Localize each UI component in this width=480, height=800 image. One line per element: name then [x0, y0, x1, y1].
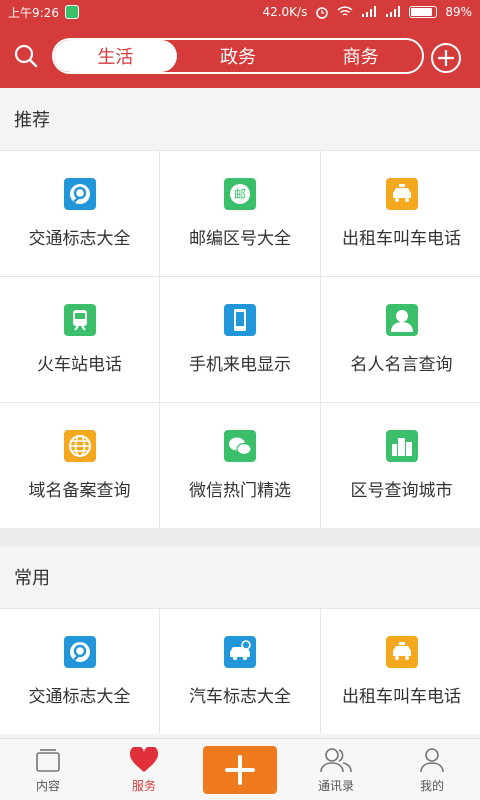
city-icon — [385, 430, 418, 462]
center-add-button[interactable] — [203, 745, 277, 794]
recommended-item-label: 域名备案查询 — [28, 481, 131, 501]
profile-icon — [420, 748, 444, 773]
contacts-icon — [320, 748, 352, 773]
common-item[interactable]: 交通标志大全 — [0, 609, 159, 734]
recommended-item-label: 出租车叫车电话 — [342, 229, 461, 249]
recommended-item[interactable]: 微信热门精选 — [160, 403, 320, 528]
recommended-item-label: 火车站电话 — [37, 355, 122, 375]
recommended-item-label: 名人名言查询 — [350, 355, 453, 375]
app-notification-icon — [64, 5, 79, 19]
svg-text:邮: 邮 — [234, 188, 246, 202]
tab-add[interactable] — [192, 739, 288, 800]
plus-icon — [225, 754, 255, 785]
wifi-icon — [337, 6, 353, 16]
taxi-icon — [385, 178, 418, 210]
section-title-common: 常用 — [0, 546, 480, 608]
signal-icon — [362, 6, 377, 17]
wechat-icon — [224, 430, 256, 462]
tab-contacts-label: 通讯录 — [317, 779, 354, 793]
tab-content-label: 内容 — [35, 779, 60, 793]
category-segment: 生活 政务 商务 — [52, 38, 424, 74]
recommended-item-label: 邮编区号大全 — [189, 229, 291, 249]
search-icon — [14, 44, 38, 68]
add-button[interactable] — [420, 32, 472, 84]
recommended-item[interactable]: 交通标志大全 — [0, 151, 159, 276]
common-grid: 交通标志大全 汽车标志大全 出租车叫车电话 — [0, 608, 480, 734]
recommended-item-label: 区号查询城市 — [350, 481, 453, 501]
battery-percent: 89% — [445, 5, 472, 19]
status-time: 上午9:26 — [8, 5, 59, 20]
section-title-recommended: 推荐 — [0, 88, 480, 150]
tab-profile-label: 我的 — [419, 779, 444, 793]
recommended-item[interactable]: 区号查询城市 — [321, 403, 480, 528]
recommended-item-label: 交通标志大全 — [28, 229, 131, 249]
add-circle-icon — [431, 43, 461, 73]
tab-profile[interactable]: 我的 — [384, 739, 480, 800]
top-bar: 生活 政务 商务 — [0, 24, 480, 88]
content-icon — [36, 749, 60, 772]
common-item-label: 出租车叫车电话 — [342, 687, 461, 707]
bottom-tab-bar: 内容 服务 通讯录 我的 — [0, 738, 480, 800]
signal-icon-2 — [386, 6, 401, 17]
common-item-label: 交通标志大全 — [28, 687, 131, 707]
battery-icon — [409, 6, 438, 18]
network-speed: 42.0K/s — [262, 5, 308, 19]
recommended-item[interactable]: 火车站电话 — [0, 277, 159, 402]
phone-icon — [224, 304, 256, 336]
recommended-item-label: 手机来电显示 — [189, 355, 291, 375]
recommended-item[interactable]: 手机来电显示 — [160, 277, 320, 402]
recommended-item[interactable]: 域名备案查询 — [0, 403, 159, 528]
main-content: 推荐 交通标志大全邮邮编区号大全 出租车叫车电话 火车站电话 手机来电显示 名人名言查询… — [0, 88, 480, 738]
tab-government[interactable]: 政务 — [177, 40, 300, 72]
tab-contacts[interactable]: 通讯录 — [288, 739, 384, 800]
tab-business[interactable]: 商务 — [299, 40, 422, 72]
postcode-icon: 邮 — [224, 178, 256, 210]
recommended-grid: 交通标志大全邮邮编区号大全 出租车叫车电话 火车站电话 手机来电显示 名人名言查询 域名备… — [0, 150, 480, 528]
common-item[interactable]: 出租车叫车电话 — [321, 609, 480, 734]
common-item-label: 汽车标志大全 — [189, 687, 291, 707]
traffic-sign-icon — [63, 636, 96, 668]
recommended-item[interactable]: 名人名言查询 — [321, 277, 480, 402]
car-icon — [224, 636, 256, 668]
globe-icon — [63, 430, 96, 462]
recommended-item[interactable]: 邮邮编区号大全 — [160, 151, 320, 276]
tab-service[interactable]: 服务 — [96, 739, 192, 800]
heart-icon — [129, 747, 159, 772]
status-bar: 上午9:26 42.0K/s 89% — [0, 0, 480, 24]
taxi-icon — [385, 636, 418, 668]
tab-content[interactable]: 内容 — [0, 739, 96, 800]
recommended-item-label: 微信热门精选 — [189, 481, 291, 501]
train-icon — [63, 304, 96, 336]
search-button[interactable] — [0, 30, 52, 82]
traffic-sign-icon — [63, 178, 96, 210]
tab-life[interactable]: 生活 — [54, 40, 177, 72]
section-divider — [0, 528, 480, 546]
person-icon — [385, 304, 418, 336]
common-item[interactable]: 汽车标志大全 — [160, 609, 320, 734]
recommended-item[interactable]: 出租车叫车电话 — [321, 151, 480, 276]
tab-service-label: 服务 — [131, 779, 156, 793]
alarm-icon — [316, 7, 329, 19]
